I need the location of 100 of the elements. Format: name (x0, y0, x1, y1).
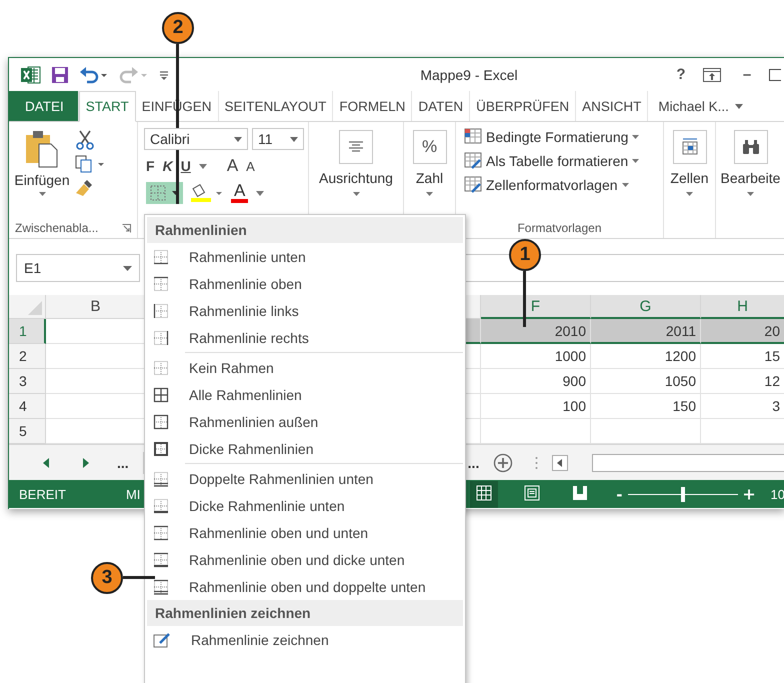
column-header[interactable]: H (701, 295, 784, 319)
add-sheet-icon[interactable] (493, 452, 514, 472)
scroll-left-icon[interactable] (43, 458, 49, 468)
caret-icon (686, 192, 693, 196)
ribbon-tab[interactable]: FORMELN (333, 91, 412, 121)
ribbon-tab[interactable]: ÜBERPRÜFEN (470, 91, 576, 121)
scroll-right-icon[interactable] (83, 458, 89, 468)
ribbon-tab[interactable]: ANSICHT (576, 91, 648, 121)
dialog-launcher-icon[interactable] (122, 224, 131, 232)
row-header[interactable]: 3 (9, 369, 46, 394)
caret-icon (426, 192, 433, 196)
menu-item[interactable]: Dicke Rahmenlinien (147, 435, 463, 462)
callout-number: 2 (162, 12, 194, 44)
ribbon-tab[interactable]: DATEN (412, 91, 470, 121)
caret-icon (198, 164, 207, 168)
caret-icon (38, 192, 46, 196)
underline-button[interactable]: U (180, 158, 191, 174)
page-break-icon (572, 484, 588, 500)
menu-item[interactable]: Rahmenlinie unten (147, 243, 463, 270)
name-box-field[interactable]: E1 (16, 254, 140, 282)
table-cell: 150 (591, 394, 701, 419)
grid-icon (476, 484, 492, 500)
caret-icon (352, 192, 360, 196)
save-icon[interactable] (51, 66, 69, 84)
cells-button[interactable]: Zellen (664, 128, 715, 196)
bold-button[interactable]: F (146, 158, 155, 174)
status-text: BEREIT (18, 486, 66, 502)
row-header[interactable]: 2 (9, 344, 46, 369)
menu-item[interactable]: Rahmenlinie oben und unten (147, 519, 463, 546)
menu-item[interactable]: Rahmenlinie oben (147, 270, 463, 297)
normal-view-button[interactable] (470, 480, 498, 508)
border-icon (153, 524, 169, 540)
caret-icon (256, 190, 264, 196)
row-header[interactable]: 4 (9, 394, 46, 419)
menu-item[interactable]: Rahmenlinie links (147, 297, 463, 324)
more-sheets-button[interactable]: ... (117, 454, 129, 470)
border-icon (153, 386, 169, 402)
caret-icon (234, 136, 242, 142)
maximize-icon[interactable] (769, 68, 781, 80)
menu-item[interactable]: Alle Rahmenlinien (147, 381, 463, 408)
menu-item[interactable]: Rahmenlinien außen (147, 408, 463, 435)
scissors-icon[interactable] (75, 130, 95, 150)
table-cell: 1200 (591, 344, 701, 369)
row-header[interactable]: 1 (9, 319, 46, 344)
borders-button[interactable] (146, 182, 183, 204)
menu-item[interactable]: Kein Rahmen (147, 354, 463, 381)
window-title: Mappe9 - Excel (419, 66, 519, 82)
ribbon-tab[interactable]: SEITENLAYOUT (218, 91, 334, 121)
styles-menu-button[interactable]: Zellenformatvorlagen (464, 176, 663, 194)
column-header[interactable]: G (591, 295, 701, 319)
alignment-button[interactable]: Ausrichtung (309, 128, 403, 196)
callout-number: 3 (91, 562, 123, 594)
caret-icon (632, 135, 640, 139)
splitter-handle-icon[interactable] (535, 456, 538, 470)
font-size-field[interactable]: 11 (252, 128, 304, 150)
ribbon-tab[interactable]: START (78, 91, 136, 122)
horizontal-scrollbar[interactable] (592, 454, 784, 472)
menu-item[interactable]: Rahmenlinie zeichnen (147, 626, 463, 653)
menu-item[interactable]: Doppelte Rahmenlinien unten (147, 465, 463, 492)
help-button[interactable]: ? (669, 66, 693, 83)
undo-icon[interactable] (79, 66, 109, 84)
menu-item[interactable]: Rahmenlinie oben und dicke unten (147, 546, 463, 573)
fill-color-icon[interactable] (191, 183, 223, 203)
font-name-field[interactable]: Calibri (144, 128, 248, 150)
styles-menu-button[interactable]: Bedingte Formatierung (464, 128, 663, 146)
format-painter-icon[interactable] (75, 178, 95, 198)
zoom-in-icon[interactable] (744, 488, 755, 500)
border-icon (153, 248, 169, 264)
menu-item[interactable]: Rahmenlinie rechts (147, 324, 463, 351)
zoom-slider-thumb[interactable] (681, 486, 686, 502)
minimize-button[interactable]: – (735, 66, 759, 83)
grow-font-button[interactable]: A (226, 156, 238, 176)
font-color-button[interactable]: A (231, 183, 248, 203)
column-header[interactable]: F (481, 295, 591, 319)
caret-icon (290, 136, 298, 142)
number-format-button[interactable]: % Zahl (404, 128, 455, 196)
table-cell: 2010 (481, 319, 591, 344)
binoculars-icon (742, 139, 760, 155)
editing-button[interactable]: Bearbeite (716, 128, 784, 196)
styles-menu-button[interactable]: Als Tabelle formatieren (464, 152, 663, 170)
ribbon-display-icon[interactable] (703, 68, 721, 82)
zoom-out-button[interactable]: - (616, 484, 622, 504)
table-cell: 3 (701, 394, 784, 419)
more-sheets-button[interactable]: ... (468, 454, 480, 470)
italic-button[interactable]: K (162, 158, 173, 174)
column-header[interactable]: B (46, 295, 146, 319)
menu-section-header: Rahmenlinien (147, 217, 463, 243)
user-account-button[interactable]: Michael K... (648, 91, 735, 121)
scroll-left-icon[interactable] (552, 454, 568, 470)
copy-icon[interactable] (75, 155, 105, 173)
shrink-font-button[interactable]: A (246, 158, 255, 174)
menu-item[interactable]: Rahmenlinie oben und doppelte unten (147, 573, 463, 600)
ribbon-tab[interactable]: DATEI (9, 91, 79, 121)
paste-button[interactable]: Einfügen (9, 128, 75, 218)
row-header[interactable]: 5 (9, 419, 46, 444)
menu-item[interactable]: Dicke Rahmenlinie unten (147, 492, 463, 519)
border-icon (153, 498, 169, 514)
border-icon (153, 302, 169, 318)
table-cell: 1000 (481, 344, 591, 369)
customize-toolbar-icon[interactable] (159, 68, 169, 80)
